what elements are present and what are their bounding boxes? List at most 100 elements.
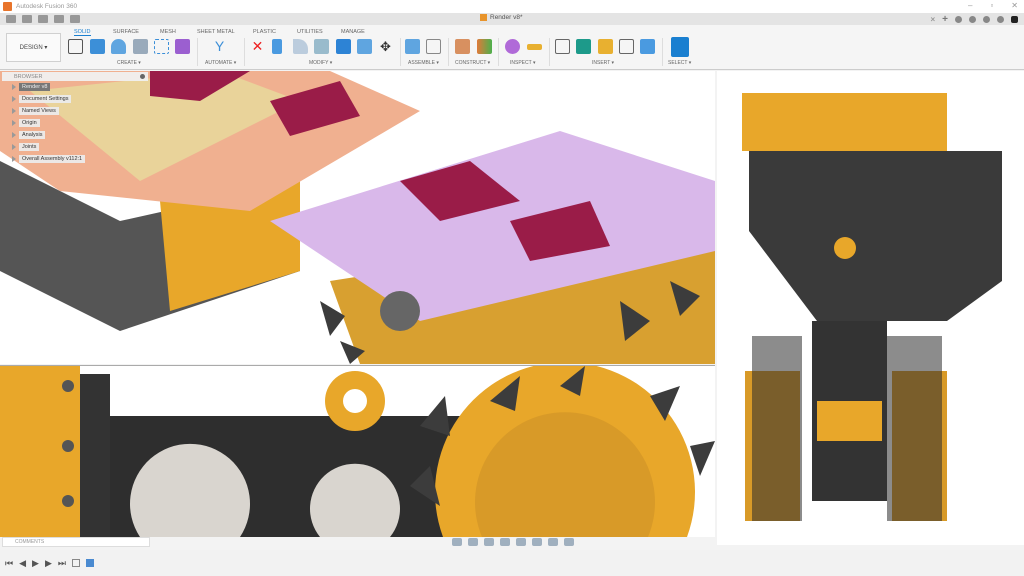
group-insert[interactable]: INSERT ▾ xyxy=(592,60,614,66)
timeline-feature-icon[interactable] xyxy=(85,559,94,567)
browser-item-document-settings[interactable]: Document Settings xyxy=(2,93,148,105)
go-to-end-icon[interactable]: ⏭ xyxy=(58,558,66,568)
delete-icon[interactable]: ✕ xyxy=(250,39,265,54)
step-forward-icon[interactable]: ▶ xyxy=(45,558,52,568)
timeline-feature-icon[interactable] xyxy=(71,559,80,567)
browser-pin-icon[interactable] xyxy=(140,74,145,79)
display-settings-icon[interactable] xyxy=(532,538,542,546)
tab-solid[interactable]: SOLID xyxy=(74,29,91,36)
viewport-side[interactable] xyxy=(0,365,715,537)
offset-plane-icon[interactable] xyxy=(455,39,470,54)
split-body-icon[interactable] xyxy=(357,39,372,54)
tab-utilities[interactable]: UTILITIES xyxy=(297,29,323,35)
viewport-front[interactable] xyxy=(717,71,1024,545)
browser-root-label: Render v8 xyxy=(19,83,51,91)
new-tab-icon[interactable]: + xyxy=(942,14,948,25)
tab-mesh[interactable]: MESH xyxy=(160,29,176,35)
browser-title: BROWSER xyxy=(14,73,43,80)
tab-manage[interactable]: MANAGE xyxy=(341,29,365,35)
zoom-icon[interactable] xyxy=(500,538,510,546)
browser-panel: BROWSER Render v8 Document Settings Name… xyxy=(2,72,148,172)
undo-icon[interactable] xyxy=(54,15,64,23)
go-to-start-icon[interactable]: ⏮ xyxy=(5,558,13,568)
insert-svg-icon[interactable] xyxy=(598,39,613,54)
job-status-icon[interactable] xyxy=(955,15,962,23)
move-icon[interactable]: ✥ xyxy=(378,39,393,54)
front-render-illustration xyxy=(742,93,1002,521)
browser-item-origin[interactable]: Origin xyxy=(2,117,148,129)
fillet-icon[interactable] xyxy=(293,39,308,54)
comments-panel[interactable]: COMMENTS xyxy=(2,537,150,547)
insert-mcmaster-icon[interactable] xyxy=(576,39,591,54)
document-tab-label: Render v8* xyxy=(490,14,523,21)
timeline: ⏮ ◀ ▶ ▶ ⏭ xyxy=(0,550,1024,576)
browser-item-overall-assembly[interactable]: Overall Assembly v112:1 xyxy=(2,153,148,165)
document-tab[interactable]: Render v8* xyxy=(480,14,523,21)
browser-item-label: Origin xyxy=(19,119,40,127)
file-icon[interactable] xyxy=(22,15,32,23)
shell-icon[interactable] xyxy=(314,39,329,54)
measure-icon[interactable] xyxy=(527,44,542,50)
app-title: Autodesk Fusion 360 xyxy=(16,3,78,10)
insert-mesh-icon[interactable] xyxy=(619,39,634,54)
redo-icon[interactable] xyxy=(70,15,80,23)
browser-root[interactable]: Render v8 xyxy=(2,81,148,93)
canvas-icon[interactable] xyxy=(640,39,655,54)
group-inspect[interactable]: INSPECT ▾ xyxy=(510,60,535,66)
grid-menu-icon[interactable] xyxy=(6,15,16,23)
pattern-icon[interactable] xyxy=(154,39,169,54)
create-sketch-icon[interactable] xyxy=(68,39,83,54)
minimize-button[interactable]: – xyxy=(968,1,972,10)
play-icon[interactable]: ▶ xyxy=(32,558,39,568)
automate-icon[interactable]: Y xyxy=(212,39,227,54)
viewports-icon[interactable] xyxy=(564,538,574,546)
save-icon[interactable] xyxy=(38,15,48,23)
revolve-icon[interactable] xyxy=(111,39,126,54)
help-icon[interactable] xyxy=(997,15,1004,23)
group-select[interactable]: SELECT ▾ xyxy=(668,60,691,66)
browser-item-named-views[interactable]: Named Views xyxy=(2,105,148,117)
look-at-icon[interactable] xyxy=(468,538,478,546)
maximize-button[interactable]: ▫ xyxy=(990,1,993,10)
orbit-icon[interactable] xyxy=(452,538,462,546)
zoom-window-icon[interactable] xyxy=(516,538,526,546)
comments-label: COMMENTS xyxy=(15,539,45,545)
grid-settings-icon[interactable] xyxy=(548,538,558,546)
profile-icon[interactable] xyxy=(1011,15,1018,23)
insert-derive-icon[interactable] xyxy=(555,39,570,54)
browser-item-label: Named Views xyxy=(19,107,59,115)
browser-item-label: Overall Assembly v112:1 xyxy=(19,155,86,163)
group-create[interactable]: CREATE ▾ xyxy=(117,60,141,66)
midplane-icon[interactable] xyxy=(477,39,492,54)
interference-icon[interactable] xyxy=(505,39,520,54)
hole-icon[interactable] xyxy=(133,39,148,54)
press-pull-icon[interactable] xyxy=(272,39,282,54)
combine-icon[interactable] xyxy=(336,39,351,54)
step-back-icon[interactable]: ◀ xyxy=(19,558,26,568)
fusion-logo-icon xyxy=(3,2,12,11)
extrude-icon[interactable] xyxy=(90,39,105,54)
group-construct[interactable]: CONSTRUCT ▾ xyxy=(455,60,490,66)
tab-plastic[interactable]: PLASTIC xyxy=(253,29,276,35)
group-modify[interactable]: MODIFY ▾ xyxy=(309,60,332,66)
close-tab-icon[interactable]: × xyxy=(930,15,935,24)
title-bar: Autodesk Fusion 360 – ▫ ✕ xyxy=(0,0,1024,13)
group-automate[interactable]: AUTOMATE ▾ xyxy=(205,60,236,66)
navigation-bar xyxy=(452,538,574,546)
tab-surface[interactable]: SURFACE xyxy=(113,29,139,35)
form-icon[interactable] xyxy=(175,39,190,54)
pan-icon[interactable] xyxy=(484,538,494,546)
side-render-illustration xyxy=(0,366,715,537)
new-component-icon[interactable] xyxy=(405,39,420,54)
notification-icon[interactable] xyxy=(983,15,990,23)
workspace-dropdown[interactable]: DESIGN ▾ xyxy=(6,33,61,62)
tab-sheet-metal[interactable]: SHEET METAL xyxy=(197,29,235,35)
browser-item-label: Analysis xyxy=(19,131,46,139)
browser-item-analysis[interactable]: Analysis xyxy=(2,129,148,141)
joint-icon[interactable] xyxy=(426,39,441,54)
select-icon[interactable] xyxy=(671,37,689,57)
extensions-icon[interactable] xyxy=(969,15,976,23)
browser-item-joints[interactable]: Joints xyxy=(2,141,148,153)
close-button[interactable]: ✕ xyxy=(1011,1,1018,10)
group-assemble[interactable]: ASSEMBLE ▾ xyxy=(408,60,439,66)
